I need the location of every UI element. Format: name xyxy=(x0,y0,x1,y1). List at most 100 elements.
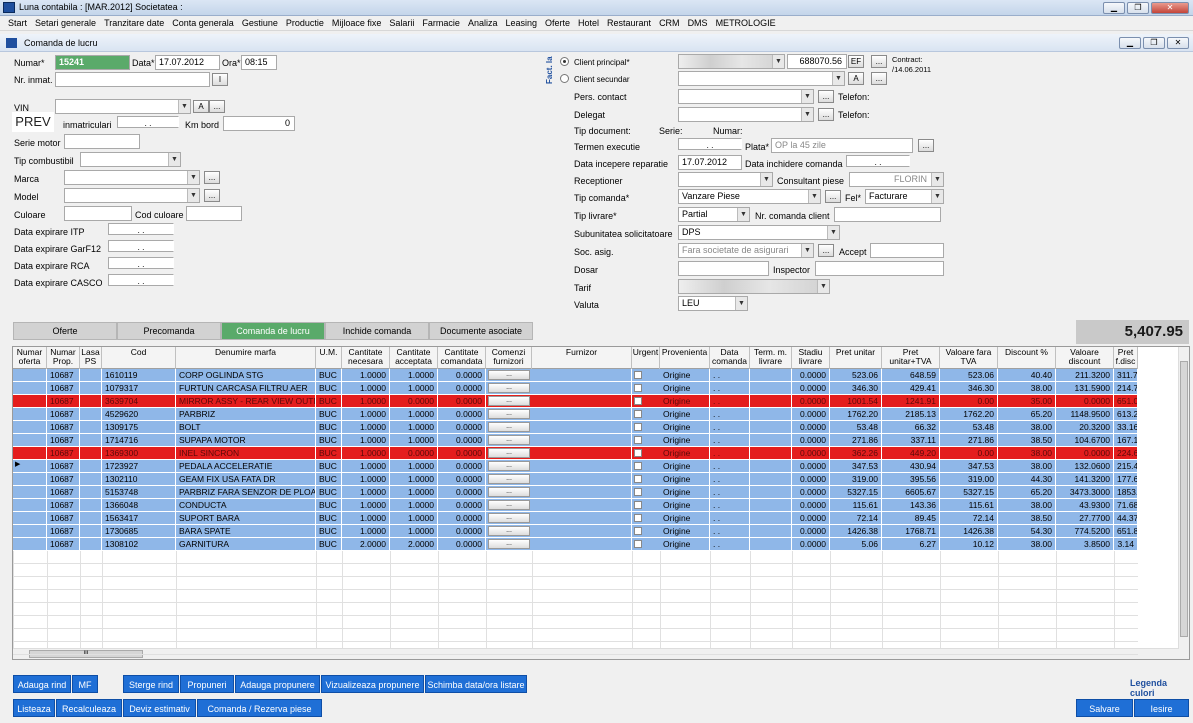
culoare-field[interactable] xyxy=(64,206,132,221)
adauga-rind-button[interactable]: Adauga rind xyxy=(13,675,71,693)
comenzi-furnizori-button[interactable]: ... xyxy=(488,474,530,484)
recalculeaza-button[interactable]: Recalculeaza xyxy=(56,699,122,717)
menu-item-productie[interactable]: Productie xyxy=(282,16,328,30)
menu-item-oferte[interactable]: Oferte xyxy=(541,16,574,30)
tip-livrare-select[interactable]: Partial ▼ xyxy=(678,207,750,222)
vin-dots-button[interactable]: ... xyxy=(209,100,225,113)
vin-select[interactable]: ▼ xyxy=(55,99,191,114)
fel-select[interactable]: Facturare ▼ xyxy=(865,189,944,204)
client-dots-button[interactable]: ... xyxy=(871,55,887,68)
comenzi-furnizori-button[interactable]: ... xyxy=(488,409,530,419)
inmat-i-button[interactable]: I xyxy=(212,73,228,86)
menu-item-restaurant[interactable]: Restaurant xyxy=(603,16,655,30)
comenzi-furnizori-button[interactable]: ... xyxy=(488,435,530,445)
menu-item-crm[interactable]: CRM xyxy=(655,16,684,30)
urgent-checkbox[interactable] xyxy=(634,410,642,418)
data-inchidere-field[interactable]: . . xyxy=(846,155,910,167)
marca-dots-button[interactable]: ... xyxy=(204,171,220,184)
ora-field[interactable]: 08:15 xyxy=(241,55,277,70)
urgent-checkbox[interactable] xyxy=(634,501,642,509)
minimize-button[interactable]: ▁ xyxy=(1103,2,1125,14)
client-principal-select[interactable]: ▼ xyxy=(678,54,785,69)
urgent-checkbox[interactable] xyxy=(634,449,642,457)
urgent-checkbox[interactable] xyxy=(634,423,642,431)
table-row[interactable]: 10687 1309175 BOLT BUC 1.0000 1.0000 0.0000...… xyxy=(13,421,1138,434)
tab-oferte[interactable]: Oferte xyxy=(13,322,117,340)
client-secundar-dots-button[interactable]: ... xyxy=(871,72,887,85)
table-row[interactable]: 10687 1366048 CONDUCTA BUC 1.0000 1.0000 0.000… xyxy=(13,499,1138,512)
garf-field[interactable]: . . xyxy=(108,240,174,252)
restore-button[interactable]: ❐ xyxy=(1127,2,1149,14)
menu-item-mijloace-fixe[interactable]: Mijloace fixe xyxy=(328,16,386,30)
menu-item-gestiune[interactable]: Gestiune xyxy=(238,16,282,30)
prev-button[interactable]: PREV xyxy=(12,112,54,132)
column-header[interactable]: Pret unitar+TVA xyxy=(882,347,940,369)
table-row[interactable]: 10687 1563417 SUPORT BARA BUC 1.0000 1.0000 0.… xyxy=(13,512,1138,525)
vertical-scrollbar[interactable] xyxy=(1178,347,1189,659)
salvare-button[interactable]: Salvare xyxy=(1076,699,1133,717)
menu-item-leasing[interactable]: Leasing xyxy=(501,16,541,30)
urgent-checkbox[interactable] xyxy=(634,488,642,496)
urgent-checkbox[interactable] xyxy=(634,540,642,548)
column-header[interactable]: Discount % xyxy=(998,347,1056,369)
menu-item-farmacie[interactable]: Farmacie xyxy=(418,16,464,30)
menu-item-setari-generale[interactable]: Setari generale xyxy=(31,16,100,30)
urgent-checkbox[interactable] xyxy=(634,475,642,483)
client-secundar-radio[interactable] xyxy=(560,74,569,83)
vertical-scroll-thumb[interactable] xyxy=(1180,361,1188,637)
child-minimize-button[interactable]: ▁ xyxy=(1119,37,1141,49)
accept-field[interactable] xyxy=(870,243,944,258)
urgent-checkbox[interactable] xyxy=(634,384,642,392)
vizualizeaza-propunere-button[interactable]: Vizualizeaza propunere xyxy=(321,675,424,693)
serie-motor-field[interactable] xyxy=(64,134,140,149)
mf-button[interactable]: MF xyxy=(72,675,98,693)
plata-dots-button[interactable]: ... xyxy=(918,139,934,152)
table-row[interactable]: 10687 1369300 INEL SINCRON BUC 1.0000 0.0000 0… xyxy=(13,447,1138,460)
itp-field[interactable]: . . xyxy=(108,223,174,235)
table-row[interactable]: 10687 1308102 GARNITURA BUC 2.0000 2.0000 0.00… xyxy=(13,538,1138,551)
comenzi-furnizori-button[interactable]: ... xyxy=(488,422,530,432)
table-row[interactable]: 10687 1610119 CORP OGLINDA STG BUC 1.0000 1.0… xyxy=(13,369,1138,382)
tip-comanda-select[interactable]: Vanzare Piese ▼ xyxy=(678,189,821,204)
soc-asig-dots-button[interactable]: ... xyxy=(818,244,834,257)
pers-contact-select[interactable]: ▼ xyxy=(678,89,814,104)
column-header[interactable]: Valoare discount xyxy=(1056,347,1114,369)
nr-inmat-field[interactable] xyxy=(55,72,210,87)
table-row[interactable]: 10687 1730685 BARA SPATE BUC 1.0000 1.0000 0.0… xyxy=(13,525,1138,538)
close-button[interactable]: ✕ xyxy=(1151,2,1189,14)
delegat-dots-button[interactable]: ... xyxy=(818,108,834,121)
menu-item-salarii[interactable]: Salarii xyxy=(385,16,418,30)
table-row[interactable]: 10687 1079317 FURTUN CARCASA FILTRU AER BUC… xyxy=(13,382,1138,395)
sterge-rind-button[interactable]: Sterge rind xyxy=(123,675,179,693)
comenzi-furnizori-button[interactable]: ... xyxy=(488,539,530,549)
comenzi-furnizori-button[interactable]: ... xyxy=(488,396,530,406)
menu-item-conta-generala[interactable]: Conta generala xyxy=(168,16,238,30)
child-close-button[interactable]: ✕ xyxy=(1167,37,1189,49)
data-incepere-field[interactable]: 17.07.2012 xyxy=(678,155,742,170)
tab-documente-asociate[interactable]: Documente asociate xyxy=(429,322,533,340)
table-row[interactable]: 10687 1723927 PEDALA ACCELERATIE BUC 1.0000 1… xyxy=(13,460,1138,473)
menu-item-analiza[interactable]: Analiza xyxy=(464,16,502,30)
menu-item-start[interactable]: Start xyxy=(4,16,31,30)
plata-select[interactable]: OP la 45 zile xyxy=(771,138,913,153)
comenzi-furnizori-button[interactable]: ... xyxy=(488,526,530,536)
column-header[interactable]: Provenienta xyxy=(660,347,710,369)
column-header[interactable]: Lasa PS xyxy=(80,347,102,369)
rca-field[interactable]: . . xyxy=(108,257,174,269)
delegat-select[interactable]: ▼ xyxy=(678,107,814,122)
column-header[interactable]: Urgent xyxy=(632,347,660,369)
km-field[interactable]: 0 xyxy=(223,116,295,131)
column-header[interactable]: Numar Prop. xyxy=(47,347,80,369)
model-dots-button[interactable]: ... xyxy=(204,189,220,202)
tab-comanda-de-lucru[interactable]: Comanda de lucru xyxy=(221,322,325,340)
comenzi-furnizori-button[interactable]: ... xyxy=(488,500,530,510)
comenzi-furnizori-button[interactable]: ... xyxy=(488,513,530,523)
legenda-culori-link[interactable]: Legenda culori xyxy=(1130,678,1193,698)
numar-field[interactable]: 15241 xyxy=(55,55,130,70)
menu-item-dms[interactable]: DMS xyxy=(684,16,712,30)
tab-inchide-comanda[interactable]: Inchide comanda xyxy=(325,322,429,340)
urgent-checkbox[interactable] xyxy=(634,436,642,444)
adauga-propunere-button[interactable]: Adauga propunere xyxy=(235,675,320,693)
menu-item-hotel[interactable]: Hotel xyxy=(574,16,603,30)
client-principal-radio[interactable] xyxy=(560,57,569,66)
